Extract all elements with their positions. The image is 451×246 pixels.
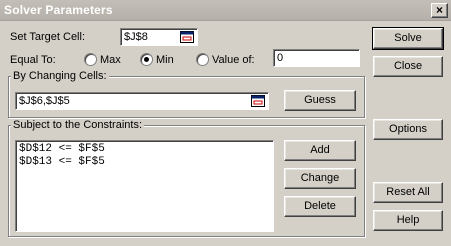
close-label: Close: [393, 60, 423, 72]
changing-cells-input[interactable]: $J$6,$J$5: [15, 92, 269, 110]
equal-to-label: Equal To:: [10, 54, 56, 66]
value-of-value: 0: [277, 52, 284, 64]
min-label: Min: [156, 54, 174, 66]
options-label: Options: [389, 123, 427, 135]
value-of-radio[interactable]: [196, 53, 209, 66]
min-radio[interactable]: [140, 53, 153, 66]
changing-cells-value: $J$6,$J$5: [19, 95, 70, 107]
add-button[interactable]: Add: [284, 140, 356, 161]
reset-all-button[interactable]: Reset All: [373, 182, 443, 203]
target-cell-label: Set Target Cell:: [10, 31, 86, 43]
list-item[interactable]: $D$13 <= $F$5: [19, 156, 105, 169]
reset-all-label: Reset All: [386, 186, 430, 198]
collapse-dialog-icon[interactable]: [251, 95, 265, 107]
radio-selected-dot: [144, 57, 149, 62]
solve-button[interactable]: Solve: [372, 27, 444, 50]
title-bar: Solver Parameters ×: [0, 0, 451, 21]
help-button[interactable]: Help: [373, 210, 443, 231]
guess-label: Guess: [304, 94, 336, 106]
collapse-dialog-icon[interactable]: [180, 31, 194, 43]
add-label: Add: [310, 144, 330, 156]
value-of-label: Value of:: [212, 54, 255, 66]
constraints-label: Subject to the Constraints:: [11, 119, 145, 131]
change-label: Change: [300, 172, 340, 184]
target-cell-input[interactable]: $J$8: [120, 28, 198, 46]
close-button[interactable]: Close: [373, 56, 443, 77]
value-of-input[interactable]: 0: [273, 49, 360, 67]
close-icon[interactable]: ×: [431, 3, 448, 18]
delete-button[interactable]: Delete: [284, 196, 356, 217]
max-label: Max: [100, 54, 121, 66]
change-button[interactable]: Change: [284, 168, 356, 189]
help-label: Help: [396, 214, 420, 226]
solve-label: Solve: [394, 32, 422, 44]
window-title: Solver Parameters: [4, 3, 113, 17]
options-button[interactable]: Options: [373, 119, 443, 140]
guess-button[interactable]: Guess: [284, 90, 356, 111]
max-radio[interactable]: [84, 53, 97, 66]
constraints-listbox[interactable]: $D$12 <= $F$5 $D$13 <= $F$5: [15, 140, 274, 232]
list-item[interactable]: $D$12 <= $F$5: [19, 143, 105, 156]
target-cell-value: $J$8: [124, 31, 148, 43]
changing-cells-label: By Changing Cells:: [11, 70, 109, 82]
delete-label: Delete: [304, 200, 336, 212]
